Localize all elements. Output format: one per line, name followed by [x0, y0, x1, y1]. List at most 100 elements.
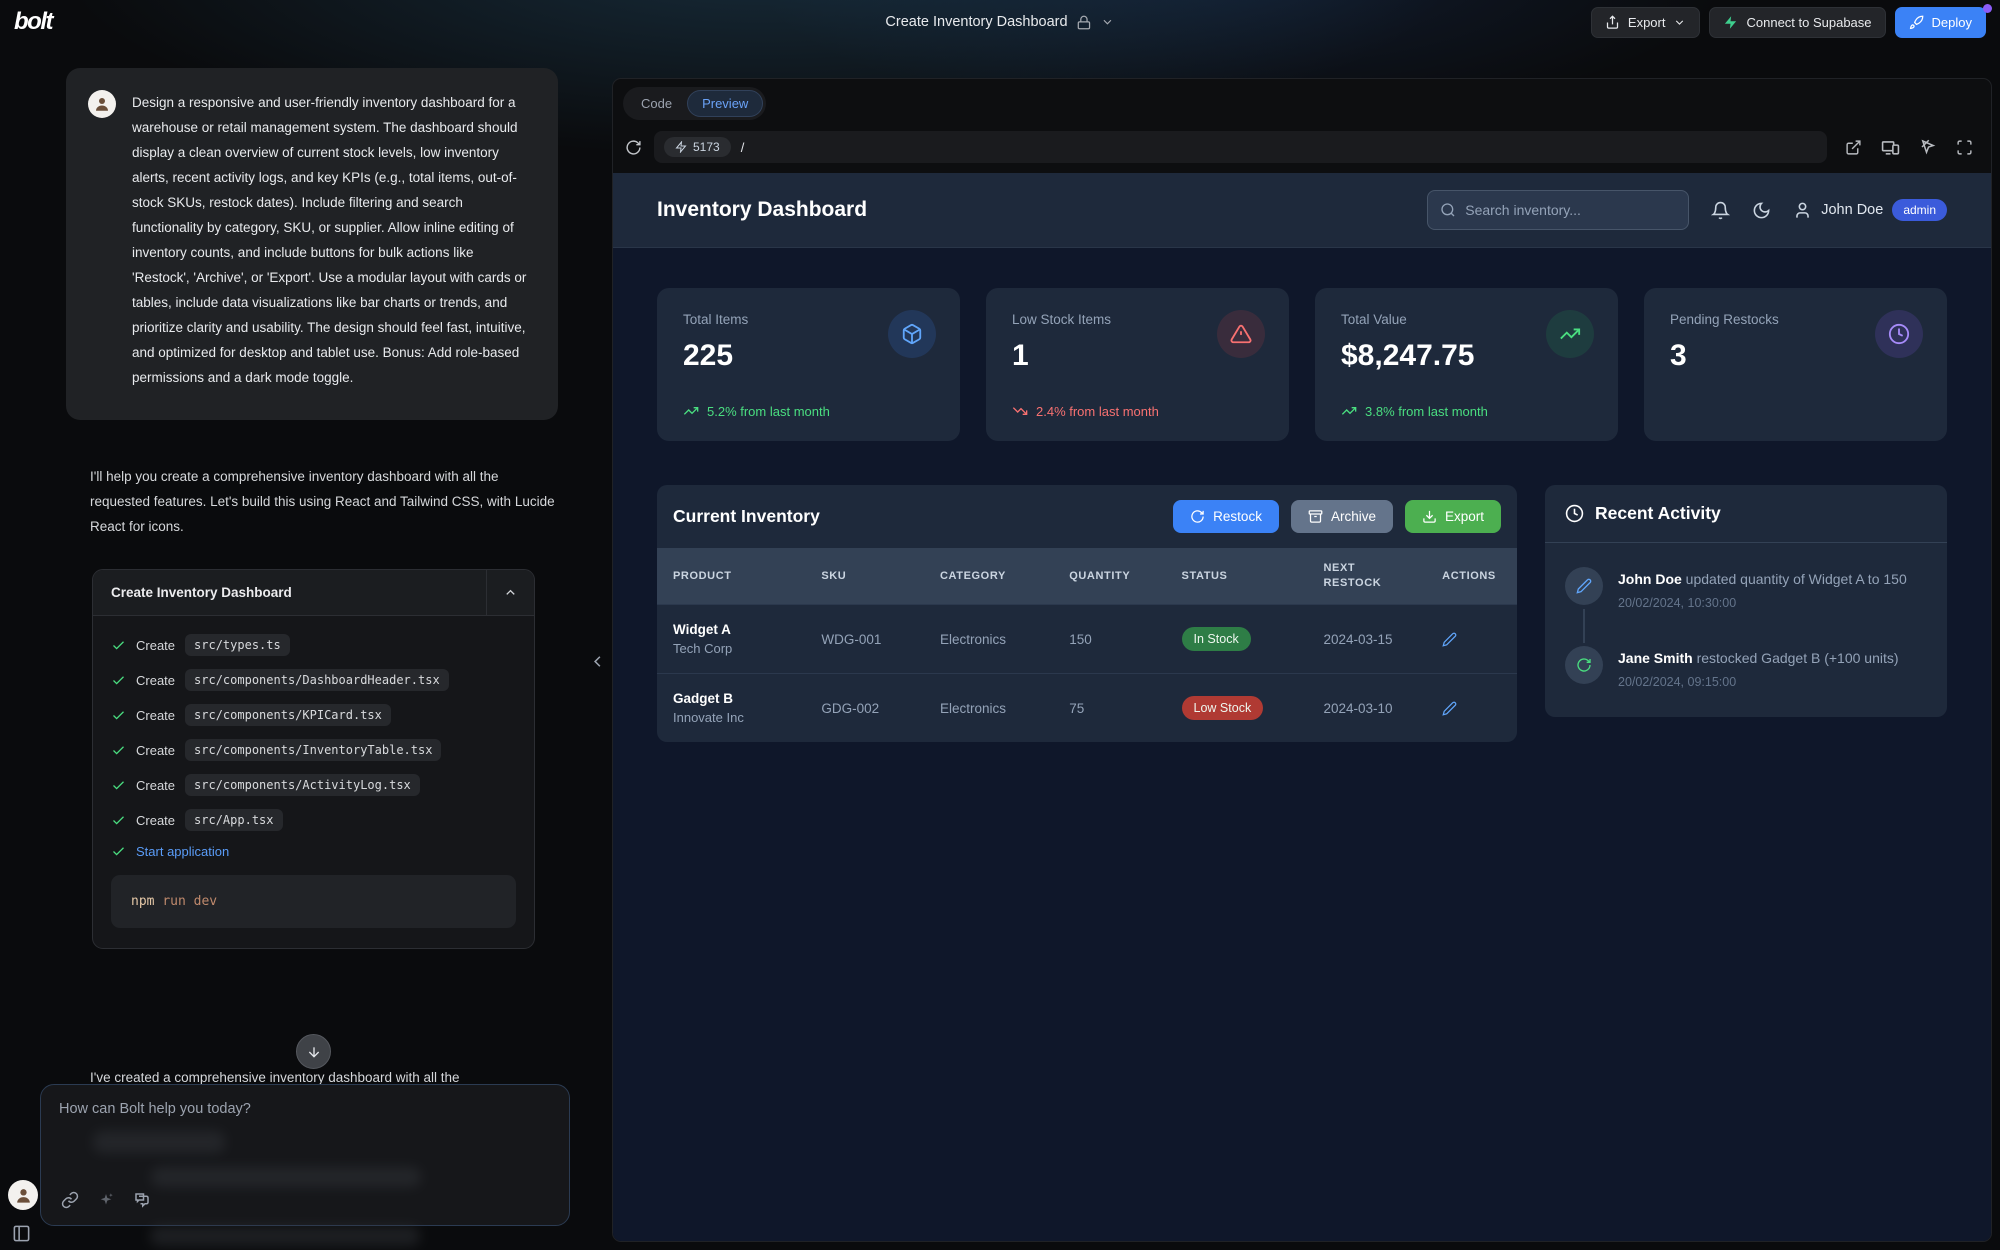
column-next-restock: Next Restock [1308, 548, 1427, 605]
lock-icon [1077, 15, 1092, 30]
artifact-step: Create src/components/InventoryTable.tsx [111, 739, 516, 761]
kpi-trend-text: 5.2% from last month [707, 404, 830, 419]
column-category: Category [924, 548, 1053, 605]
responsive-devices-icon[interactable] [1881, 138, 1900, 157]
column-actions: Actions [1426, 548, 1517, 605]
start-application-step: Start application [111, 844, 516, 859]
user-icon [1793, 201, 1812, 220]
user-message-text: Design a responsive and user-friendly in… [132, 90, 532, 390]
sidebar-toggle-icon[interactable] [12, 1224, 31, 1243]
collapse-chat-chevron[interactable] [588, 652, 607, 671]
collapse-artifact-button[interactable] [486, 570, 534, 615]
step-action: Create [136, 708, 175, 723]
activity-action: updated quantity of Widget A to 150 [1686, 571, 1907, 587]
notifications-bell-icon[interactable] [1711, 201, 1730, 220]
artifact-step: Create src/components/KPICard.tsx [111, 704, 516, 726]
artifact-step: Create src/types.ts [111, 634, 516, 656]
port-plug-icon [675, 141, 687, 153]
dark-mode-toggle-icon[interactable] [1752, 201, 1771, 220]
enhance-prompt-icon[interactable] [97, 1191, 115, 1209]
chevron-down-icon[interactable] [1101, 15, 1115, 29]
cell-category: Electronics [924, 605, 1053, 674]
reload-icon[interactable] [625, 139, 642, 156]
search-input[interactable] [1465, 202, 1676, 218]
connect-supabase-label: Connect to Supabase [1746, 15, 1871, 30]
user-menu[interactable]: John Doe admin [1793, 199, 1947, 221]
scroll-to-bottom-button[interactable] [296, 1034, 331, 1069]
account-avatar[interactable] [8, 1180, 38, 1210]
editor-tabs: Code Preview [613, 79, 1991, 127]
terminal-args: run dev [162, 894, 217, 909]
activity-user: John Doe [1618, 571, 1682, 587]
trending-up-icon [683, 403, 699, 419]
inventory-title: Current Inventory [673, 506, 820, 527]
step-action: Create [136, 778, 175, 793]
archive-button[interactable]: Archive [1291, 500, 1393, 533]
assistant-message-text: I'll help you create a comprehensive inv… [90, 464, 556, 539]
open-external-icon[interactable] [1845, 139, 1862, 156]
fullscreen-icon[interactable] [1956, 139, 1973, 156]
start-application-link[interactable]: Start application [136, 844, 229, 859]
edit-pencil-icon[interactable] [1442, 701, 1501, 716]
step-file-chip[interactable]: src/components/KPICard.tsx [185, 704, 391, 726]
port-badge[interactable]: 5173 [664, 137, 731, 157]
chat-mode-icon[interactable] [133, 1191, 151, 1209]
preview-panel: Code Preview 5173 / Inventory Dashboard [612, 78, 1992, 1242]
export-table-button[interactable]: Export [1405, 500, 1501, 533]
edit-pencil-icon[interactable] [1442, 632, 1501, 647]
address-bar[interactable]: 5173 / [654, 131, 1827, 163]
top-bar: bolt Create Inventory Dashboard Export C… [0, 0, 2000, 44]
step-file-chip[interactable]: src/types.ts [185, 634, 290, 656]
tab-code[interactable]: Code [626, 90, 687, 117]
restock-label: Restock [1213, 509, 1262, 524]
project-title-group[interactable]: Create Inventory Dashboard [885, 0, 1114, 44]
product-supplier: Innovate Inc [673, 710, 789, 725]
status-badge: Low Stock [1182, 696, 1264, 720]
kpi-cards: Total Items 225 5.2% from last month Low… [657, 288, 1947, 441]
column-product: Product [657, 548, 805, 605]
cell-quantity[interactable]: 150 [1053, 605, 1165, 674]
chat-panel: Design a responsive and user-friendly in… [0, 44, 612, 1250]
cell-sku: WDG-001 [805, 605, 924, 674]
activity-title: Recent Activity [1595, 503, 1721, 524]
redacted-text [151, 1167, 421, 1187]
app-preview: Inventory Dashboard John Doe admin Total [613, 173, 1991, 1241]
artifact-header: Create Inventory Dashboard [93, 570, 534, 616]
activity-time: 20/02/2024, 09:15:00 [1618, 675, 1899, 689]
step-file-chip[interactable]: src/components/ActivityLog.tsx [185, 774, 420, 796]
export-button[interactable]: Export [1591, 7, 1701, 38]
step-file-chip[interactable]: src/App.tsx [185, 809, 282, 831]
step-file-chip[interactable]: src/components/InventoryTable.tsx [185, 739, 441, 761]
supabase-bolt-icon [1723, 15, 1738, 30]
artifact-title: Create Inventory Dashboard [93, 570, 486, 615]
kpi-total-value: Total Value $8,247.75 3.8% from last mon… [1315, 288, 1618, 441]
dashboard-title: Inventory Dashboard [657, 198, 867, 222]
column-status: Status [1166, 548, 1308, 605]
kpi-trend-text: 3.8% from last month [1365, 404, 1488, 419]
chat-input-container [40, 1084, 570, 1226]
artifact-card: Create Inventory Dashboard Create src/ty… [92, 569, 535, 949]
check-icon [111, 778, 126, 793]
connect-supabase-button[interactable]: Connect to Supabase [1709, 7, 1885, 38]
restock-button[interactable]: Restock [1173, 500, 1279, 533]
cell-quantity[interactable]: 75 [1053, 674, 1165, 743]
cell-category: Electronics [924, 674, 1053, 743]
inventory-search[interactable] [1427, 190, 1689, 230]
table-row: Widget A Tech Corp WDG-001 Electronics 1… [657, 605, 1517, 674]
alert-triangle-icon [1217, 310, 1265, 358]
inspector-cursor-icon[interactable] [1919, 138, 1937, 156]
column-quantity: Quantity [1053, 548, 1165, 605]
bolt-logo: bolt [14, 8, 52, 36]
refresh-icon [1190, 509, 1205, 524]
table-row: Gadget B Innovate Inc GDG-002 Electronic… [657, 674, 1517, 743]
tab-preview[interactable]: Preview [687, 90, 763, 117]
download-icon [1422, 509, 1437, 524]
step-file-chip[interactable]: src/components/DashboardHeader.tsx [185, 669, 449, 691]
status-dot [1983, 4, 1992, 13]
step-action: Create [136, 673, 175, 688]
deploy-button[interactable]: Deploy [1895, 7, 1986, 38]
rocket-icon [1909, 15, 1924, 30]
terminal-command: npm run dev [111, 875, 516, 928]
attach-link-icon[interactable] [61, 1191, 79, 1209]
cell-next-restock: 2024-03-15 [1308, 605, 1427, 674]
